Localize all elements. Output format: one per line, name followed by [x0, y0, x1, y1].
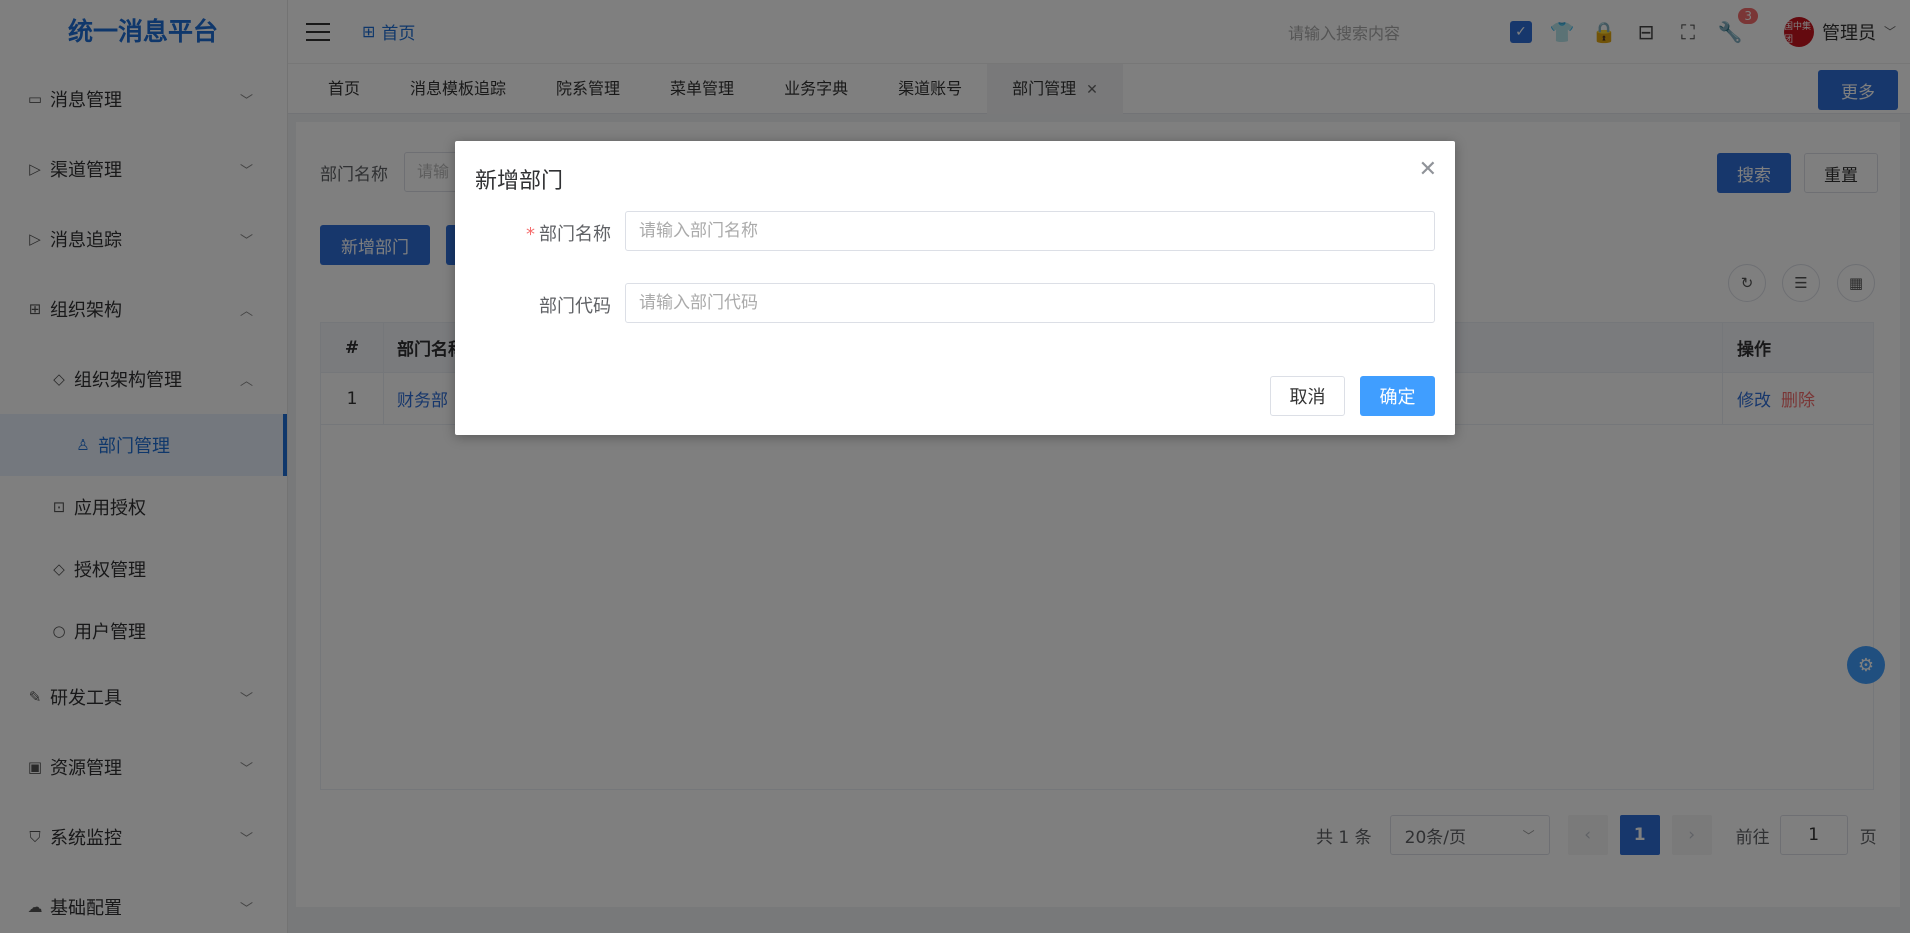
department-name-field[interactable]: 请输入部门名称 — [625, 211, 1435, 251]
department-code-field[interactable]: 请输入部门代码 — [625, 283, 1435, 323]
department-name-label: * 部门名称 — [455, 220, 611, 246]
dialog-title: 新增部门 — [475, 169, 564, 194]
confirm-button[interactable]: 确定 — [1360, 376, 1435, 416]
close-icon[interactable]: ✕ — [1419, 157, 1437, 182]
required-marker: * — [526, 224, 535, 245]
cancel-button[interactable]: 取消 — [1270, 376, 1345, 416]
field-label: 部门名称 — [539, 224, 611, 245]
modal-overlay[interactable] — [0, 0, 1910, 933]
department-code-label: 部门代码 — [539, 296, 611, 317]
add-department-dialog: 新增部门 ✕ * 部门名称 请输入部门名称 部门代码 请输入部门代码 取消 确定 — [455, 141, 1455, 435]
